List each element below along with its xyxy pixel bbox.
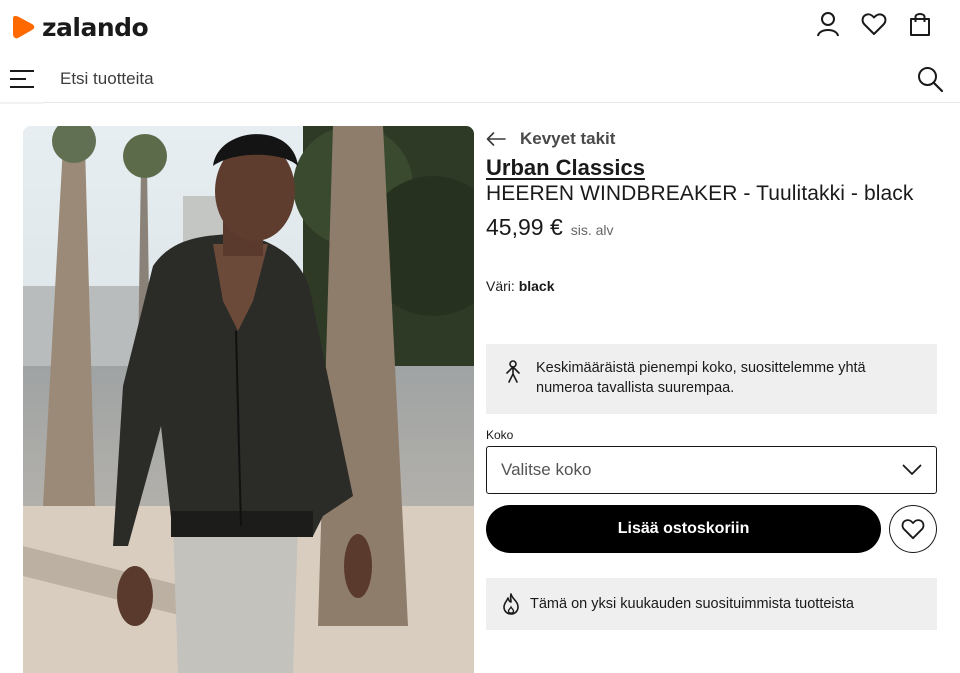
product-image[interactable] xyxy=(23,126,474,673)
product-details: Kevyet takit Urban Classics HEEREN WINDB… xyxy=(486,126,937,630)
heart-icon xyxy=(901,519,925,540)
category-back-link[interactable]: Kevyet takit xyxy=(486,126,937,152)
product-price: 45,99 € xyxy=(486,214,563,240)
color-row: Väri: black xyxy=(486,278,555,294)
chevron-down-icon xyxy=(902,464,922,475)
size-select[interactable]: Valitse koko xyxy=(486,446,937,494)
logo-mark-icon xyxy=(13,16,35,39)
flame-icon xyxy=(503,593,519,615)
zalando-logo[interactable]: zalando xyxy=(12,12,149,42)
popular-product-banner: Tämä on yksi kuukauden suosituimmista tu… xyxy=(486,578,937,630)
search-input[interactable] xyxy=(60,66,880,92)
size-label: Koko xyxy=(486,428,514,442)
site-header: zalando xyxy=(0,0,960,104)
size-advice-banner: Keskimääräistä pienempi koko, suosittele… xyxy=(486,344,937,414)
menu-indicator xyxy=(0,102,44,104)
heart-icon[interactable] xyxy=(860,10,888,38)
bag-icon[interactable] xyxy=(906,10,934,38)
size-select-placeholder: Valitse koko xyxy=(501,460,592,479)
logo-text: zalando xyxy=(42,12,149,42)
product-name: HEEREN WINDBREAKER - Tuulitakki - black xyxy=(486,182,914,205)
brand-link[interactable]: Urban Classics xyxy=(486,155,645,181)
color-label: Väri: xyxy=(486,278,515,294)
size-advice-text: Keskimääräistä pienempi koko, suosittele… xyxy=(536,360,866,396)
vat-note: sis. alv xyxy=(570,222,614,238)
add-to-wishlist-button[interactable] xyxy=(889,505,937,553)
menu-icon[interactable] xyxy=(10,66,36,92)
user-icon[interactable] xyxy=(814,10,842,38)
color-value: black xyxy=(518,278,555,294)
arrow-left-icon xyxy=(486,132,506,146)
search-bar xyxy=(0,56,960,104)
category-back-label: Kevyet takit xyxy=(520,129,616,148)
add-to-cart-button[interactable]: Lisää ostoskoriin xyxy=(486,505,882,553)
product-photo-illustration xyxy=(23,126,474,673)
size-fit-icon xyxy=(506,360,520,383)
popular-product-text: Tämä on yksi kuukauden suosituimmista tu… xyxy=(530,596,854,612)
search-icon[interactable] xyxy=(916,65,944,93)
